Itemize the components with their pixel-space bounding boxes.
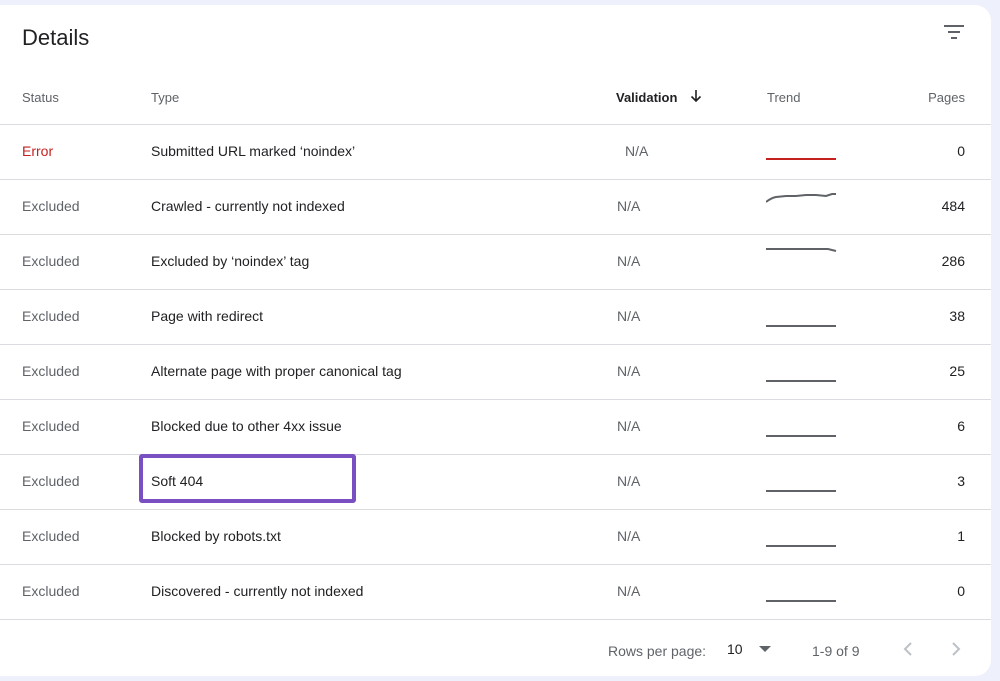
status-cell: Excluded xyxy=(22,308,80,324)
validation-cell: N/A xyxy=(617,418,641,434)
type-cell: Blocked due to other 4xx issue xyxy=(151,418,342,434)
status-cell: Excluded xyxy=(22,528,80,544)
trend-sparkline xyxy=(766,520,838,550)
pages-cell: 0 xyxy=(957,583,965,599)
table-footer: Rows per page: 10 1-9 of 9 xyxy=(0,617,991,676)
rows-per-page-value: 10 xyxy=(727,641,743,657)
validation-cell: N/A xyxy=(617,253,641,269)
table-row[interactable]: Excluded Blocked by robots.txt N/A 1 xyxy=(0,510,991,565)
rows-per-page-label: Rows per page: xyxy=(608,643,707,659)
status-cell: Excluded xyxy=(22,253,80,269)
pages-cell: 25 xyxy=(949,363,965,379)
pages-cell: 0 xyxy=(957,143,965,159)
header-status: Status xyxy=(22,90,59,105)
status-cell: Excluded xyxy=(22,363,80,379)
header-validation-sort[interactable]: Validation xyxy=(616,89,703,106)
table-row[interactable]: Excluded Excluded by ‘noindex’ tag N/A 286 xyxy=(0,235,991,290)
trend-sparkline xyxy=(766,190,838,220)
table-row[interactable]: Excluded Discovered - currently not index… xyxy=(0,565,991,620)
trend-sparkline xyxy=(766,410,838,440)
filter-list-icon[interactable] xyxy=(941,21,969,45)
trend-sparkline xyxy=(766,575,838,605)
status-cell: Excluded xyxy=(22,198,80,214)
table-row[interactable]: Excluded Page with redirect N/A 38 xyxy=(0,290,991,345)
caret-down-icon xyxy=(758,646,771,652)
pagination-range: 1-9 of 9 xyxy=(812,643,860,659)
status-cell: Excluded xyxy=(22,418,80,434)
type-cell: Crawled - currently not indexed xyxy=(151,198,345,214)
trend-sparkline xyxy=(766,465,838,495)
type-cell: Discovered - currently not indexed xyxy=(151,583,364,599)
table-row[interactable]: Error Submitted URL marked ‘noindex’ N/A 0 xyxy=(0,125,991,180)
type-cell: Alternate page with proper canonical tag xyxy=(151,363,402,379)
highlight-box xyxy=(139,454,356,503)
card-title: Details xyxy=(22,25,90,50)
type-cell: Page with redirect xyxy=(151,308,264,324)
status-cell: Excluded xyxy=(22,473,80,489)
arrow-down-icon xyxy=(689,89,703,106)
trend-sparkline xyxy=(766,300,838,330)
details-table: Status Type Validation Trend Pages Error… xyxy=(0,65,991,620)
status-cell: Error xyxy=(22,143,54,159)
validation-cell: N/A xyxy=(617,308,641,324)
validation-cell: N/A xyxy=(625,143,649,159)
header-type: Type xyxy=(151,90,180,105)
validation-cell: N/A xyxy=(617,363,641,379)
header-validation-label: Validation xyxy=(616,90,678,105)
pages-cell: 38 xyxy=(949,308,965,324)
validation-cell: N/A xyxy=(617,583,641,599)
pages-cell: 3 xyxy=(957,473,965,489)
chevron-left-icon[interactable] xyxy=(901,639,915,662)
status-cell: Excluded xyxy=(22,583,80,599)
pages-cell: 1 xyxy=(957,528,965,544)
table-row[interactable]: Excluded Blocked due to other 4xx issue N/… xyxy=(0,400,991,455)
header-pages: Pages xyxy=(928,90,965,105)
type-cell: Submitted URL marked ‘noindex’ xyxy=(151,143,356,159)
rows-per-page-select[interactable]: 10 xyxy=(727,641,771,657)
pages-cell: 6 xyxy=(957,418,965,434)
trend-sparkline xyxy=(766,135,838,165)
table-row[interactable]: Excluded Crawled - currently not indexed N… xyxy=(0,180,991,235)
type-cell: Excluded by ‘noindex’ tag xyxy=(151,253,310,269)
chevron-right-icon[interactable] xyxy=(949,639,963,662)
trend-sparkline xyxy=(766,355,838,385)
table-row[interactable]: Excluded Alternate page with proper canon… xyxy=(0,345,991,400)
header-trend: Trend xyxy=(767,90,801,105)
validation-cell: N/A xyxy=(617,473,641,489)
validation-cell: N/A xyxy=(617,528,641,544)
validation-cell: N/A xyxy=(617,198,641,214)
type-cell: Blocked by robots.txt xyxy=(151,528,281,544)
table-header: Status Type Validation Trend Pages xyxy=(0,65,991,125)
pages-cell: 484 xyxy=(941,198,965,214)
pages-cell: 286 xyxy=(941,253,965,269)
details-card: Details Status Type Validation Trend Pag… xyxy=(0,5,991,676)
trend-sparkline xyxy=(766,245,838,275)
